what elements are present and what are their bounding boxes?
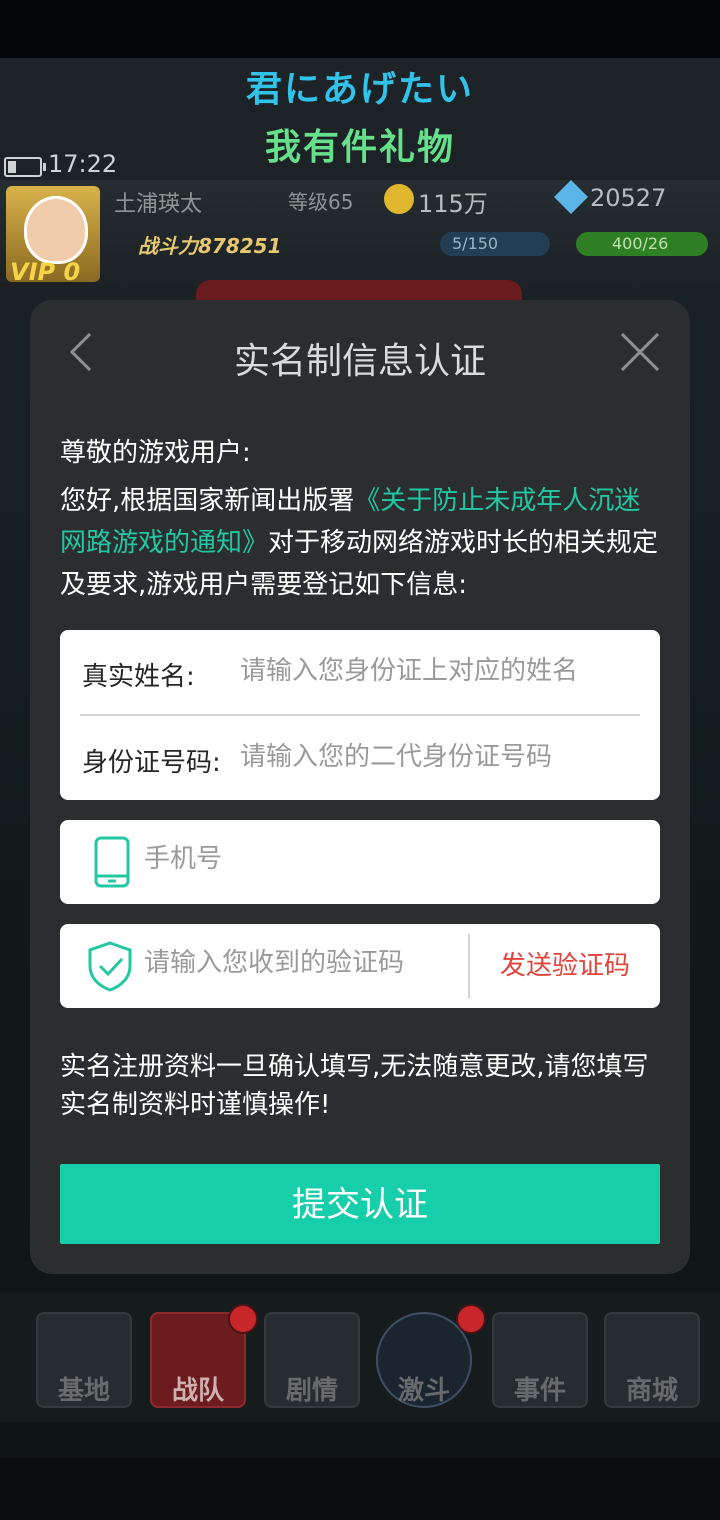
send-code-button[interactable]: 发送验证码 [470, 924, 660, 1008]
notification-dot [456, 1304, 486, 1334]
player-name: 土浦瑛太 [114, 192, 203, 217]
subtitle-japanese: 君にあげたい [245, 69, 474, 110]
phone-card [60, 820, 660, 904]
coin-count: 115万 [418, 190, 488, 218]
nav-event[interactable]: 事件 [492, 1312, 588, 1408]
vip-badge: VIP 0 [10, 258, 81, 286]
notification-dot [228, 1304, 258, 1334]
phone-icon [94, 836, 130, 888]
modal-title: 实名制信息认证 [233, 341, 486, 382]
intro-text: 您好,根据国家新闻出版署《关于防止未成年人沉迷网路游戏的通知》对于移动网络游戏时… [60, 480, 660, 606]
stamina-value: 5/150 [452, 234, 499, 253]
coin-icon [384, 184, 414, 214]
nav-base[interactable]: 基地 [36, 1312, 132, 1408]
nav-story[interactable]: 剧情 [264, 1312, 360, 1408]
submit-button[interactable]: 提交认证 [60, 1164, 660, 1244]
divider [80, 714, 640, 716]
exp-value: 400/26 [612, 234, 669, 253]
real-name-input[interactable] [240, 656, 640, 686]
close-button[interactable] [616, 328, 664, 376]
shield-check-icon [88, 941, 132, 992]
intro-text-start: 您好,根据国家新闻出版署 [60, 486, 355, 516]
verification-code-input[interactable] [144, 948, 464, 978]
real-name-label: 真实姓名: [82, 662, 195, 692]
gem-count: 20527 [590, 184, 667, 212]
greeting-text: 尊敬的游戏用户: [60, 438, 251, 468]
close-icon [620, 332, 660, 372]
notice-text: 实名注册资料一旦确认填写,无法随意更改,请您填写实名制资料时谨慎操作! [60, 1052, 649, 1120]
status-time: 17:22 [48, 150, 118, 178]
phone-input[interactable] [144, 844, 464, 874]
verification-modal: 实名制信息认证 尊敬的游戏用户: 您好,根据国家新闻出版署《关于防止未成年人沉迷… [30, 300, 690, 1274]
top-black-bar [0, 0, 720, 58]
battery-icon [4, 157, 46, 177]
player-level: 等级65 [288, 190, 354, 214]
verification-code-card: 发送验证码 [60, 924, 660, 1008]
id-number-label: 身份证号码: [82, 748, 221, 778]
nav-shop[interactable]: 商城 [604, 1312, 700, 1408]
combat-power: 战斗力878251 [138, 234, 282, 258]
identity-card: 真实姓名: 身份证号码: [60, 630, 660, 800]
id-number-input[interactable] [240, 742, 640, 772]
